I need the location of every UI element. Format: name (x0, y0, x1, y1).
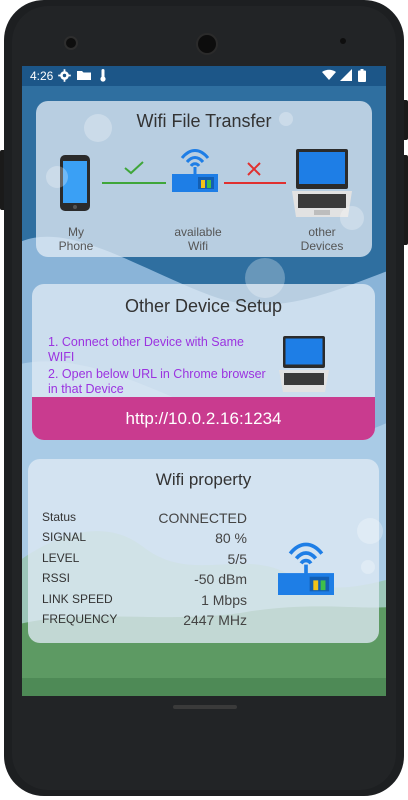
server-url[interactable]: http://10.0.2.16:1234 (32, 397, 375, 440)
property-value: CONNECTED (158, 510, 247, 526)
bubble-decoration (46, 166, 68, 188)
property-row-frequency: FREQUENCY 2447 MHz (42, 612, 247, 630)
phone-label: My Phone (40, 225, 112, 253)
property-key: SIGNAL (42, 530, 87, 544)
check-icon (124, 161, 144, 175)
property-key: FREQUENCY (42, 612, 118, 626)
property-row-level: LEVEL 5/5 (42, 551, 247, 569)
cell-signal-icon (340, 69, 352, 81)
wifi-label: available Wifi (160, 225, 236, 253)
folder-icon (77, 71, 91, 80)
bubble-decoration (361, 560, 375, 574)
power-button (0, 150, 4, 210)
property-key: RSSI (42, 571, 71, 585)
setup-step-1: 1. Connect other Device with Same WIFI (48, 335, 244, 364)
property-key: Status (42, 510, 77, 524)
battery-icon (358, 69, 366, 82)
thermometer-icon (100, 69, 106, 82)
gear-icon (58, 69, 71, 82)
wifi-router-icon (172, 149, 218, 192)
phone-label-line1: My (68, 225, 84, 239)
bubble-decoration (340, 206, 364, 230)
wifi-signal-icon (322, 69, 336, 80)
sensor-icon (340, 38, 346, 44)
connected-line (102, 182, 166, 184)
bubble-decoration (279, 112, 293, 126)
property-row-rssi: RSSI -50 dBm (42, 571, 247, 589)
property-key: LEVEL (42, 551, 80, 565)
disconnected-line (224, 182, 286, 184)
property-value: 1 Mbps (201, 592, 247, 608)
wifi-property-title: Wifi property (155, 470, 252, 489)
property-value: 80 % (215, 530, 247, 546)
volume-button (404, 100, 408, 140)
front-camera-icon (64, 36, 78, 50)
cross-icon (247, 162, 261, 176)
home-indicator[interactable] (173, 705, 237, 709)
setup-card-title: Other Device Setup (124, 296, 283, 316)
wifi-router-icon (278, 542, 334, 595)
property-row-status: Status CONNECTED (42, 510, 247, 528)
property-key: LINK SPEED (42, 592, 113, 606)
devices-label-line2: Devices (300, 239, 344, 253)
property-value: 5/5 (227, 551, 247, 567)
wifi-property-card: Wifi property Status CONNECTED SIGNAL 80… (28, 459, 379, 643)
setup-card: Other Device Setup 1. Connect other Devi… (32, 284, 375, 440)
wifi-label-line1: available (174, 225, 222, 239)
property-row-link-speed: LINK SPEED 1 Mbps (42, 592, 247, 610)
laptop-icon (292, 149, 352, 217)
property-value: 2447 MHz (183, 612, 247, 628)
speaker-grille (196, 33, 218, 55)
property-row-signal: SIGNAL 80 % (42, 530, 247, 548)
property-value: -50 dBm (194, 571, 247, 587)
bubble-decoration (357, 518, 383, 544)
volume-button-2 (404, 155, 408, 245)
bubble-decoration (84, 114, 112, 142)
laptop-icon (279, 336, 329, 392)
wifi-label-line2: Wifi (188, 239, 208, 253)
status-time: 4:26 (30, 69, 54, 83)
status-bar: 4:26 (22, 66, 386, 86)
app-screen: 4:26 Wifi File Transfer My Phone availab… (22, 66, 386, 696)
bubble-decoration (245, 258, 285, 298)
setup-step-2: 2. Open below URL in Chrome browser in t… (48, 367, 266, 396)
phone-label-line2: Phone (58, 239, 94, 253)
